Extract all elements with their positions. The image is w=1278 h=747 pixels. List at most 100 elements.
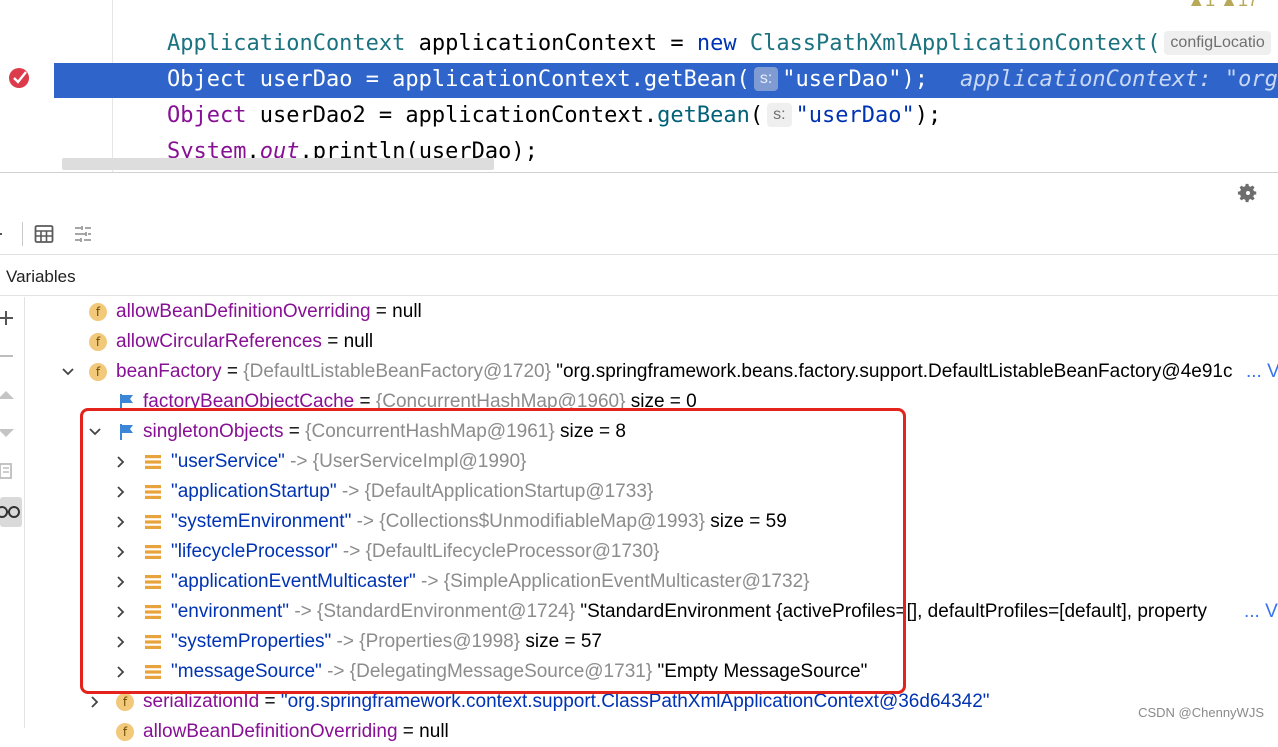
map-entry-icon: [145, 515, 161, 529]
chevron-right-icon[interactable]: [114, 575, 128, 589]
debugger-toolbar: [0, 214, 1278, 255]
string-token: "userDao": [782, 67, 902, 92]
object-ref: {ConcurrentHashMap@1961}: [305, 421, 555, 442]
inline-debug-value: applicationContext: "org.s: [959, 67, 1278, 92]
chevron-down-icon[interactable]: [61, 365, 75, 379]
chevron-right-icon[interactable]: [114, 515, 128, 529]
variable-name: singletonObjects: [143, 421, 284, 442]
variable-value: = null: [370, 301, 422, 322]
object-ref: {UserServiceImpl@1990}: [312, 451, 527, 472]
parameter-hint: configLocatio: [1164, 31, 1271, 55]
variable-value: = null: [397, 721, 449, 742]
object-ref: {DefaultLifecycleProcessor@1730}: [365, 541, 660, 562]
toolbar-separator: [22, 222, 23, 246]
variable-value: size = 8: [554, 421, 626, 442]
code-text: userDao = applicationContext.getBean(: [246, 67, 750, 92]
restore-layout-icon[interactable]: [73, 224, 93, 244]
map-key: "lifecycleProcessor": [171, 541, 338, 562]
variable-name: beanFactory: [116, 361, 222, 382]
map-entry-row[interactable]: "lifecycleProcessor" -> {DefaultLifecycl…: [0, 537, 1278, 567]
map-entry-icon: [145, 605, 161, 619]
inspection-warnings[interactable]: ▲1 ▲17: [1187, 0, 1258, 11]
map-entry-row[interactable]: "systemEnvironment" -> {Collections$Unmo…: [0, 507, 1278, 537]
map-entry-row[interactable]: "applicationStartup" -> {DefaultApplicat…: [0, 477, 1278, 507]
variable-row[interactable]: f allowBeanDefinitionOverriding = null: [0, 297, 1278, 327]
breakpoint-hit-icon[interactable]: [8, 67, 30, 89]
map-key: "applicationEventMulticaster": [171, 571, 416, 592]
chevron-right-icon[interactable]: [114, 665, 128, 679]
map-key: "userService": [171, 451, 285, 472]
variable-name: factoryBeanObjectCache: [143, 391, 355, 412]
variable-eq: =: [259, 691, 281, 712]
chevron-right-icon[interactable]: [114, 605, 128, 619]
method-token: getBean: [657, 103, 750, 128]
object-ref: {Properties@1998}: [359, 631, 521, 652]
horizontal-scrollbar[interactable]: [62, 158, 494, 170]
variable-row[interactable]: f allowBeanDefinitionOverriding = null: [0, 717, 1278, 747]
map-key: "messageSource": [171, 661, 322, 682]
map-entry-icon: [145, 635, 161, 649]
code-text: );: [901, 67, 928, 92]
object-ref: {Collections$UnmodifiableMap@1993}: [379, 511, 705, 532]
map-arrow: ->: [415, 571, 444, 592]
code-line-2[interactable]: Object userDao = applicationContext.getB…: [167, 63, 1278, 97]
object-ref: {SimpleApplicationEventMulticaster@1732}: [443, 571, 810, 592]
chevron-right-icon[interactable]: [114, 485, 128, 499]
watermark: CSDN @ChennyWJS: [1138, 705, 1264, 720]
class-token: ClassPathXmlApplicationContext(: [736, 31, 1161, 56]
variable-eq: =: [283, 421, 306, 442]
code-text: userDao2 = applicationContext.: [246, 103, 658, 128]
variable-value: "org.springframework.context.support.Cla…: [280, 691, 990, 712]
variable-row[interactable]: f allowCircularReferences = null: [0, 327, 1278, 357]
code-line-1[interactable]: ApplicationContext applicationContext = …: [167, 27, 1275, 61]
map-entry-row[interactable]: "systemProperties" -> {Properties@1998} …: [0, 627, 1278, 657]
variable-row[interactable]: singletonObjects = {ConcurrentHashMap@19…: [0, 417, 1278, 447]
field-icon: f: [89, 303, 107, 321]
variable-eq: =: [354, 391, 376, 412]
code-text: applicationContext =: [405, 31, 697, 56]
view-more-link[interactable]: ... V: [1244, 597, 1278, 627]
map-key: "environment": [171, 601, 290, 622]
variables-header: Variables: [0, 256, 1278, 296]
string-token: "userDao": [795, 103, 915, 128]
map-arrow: ->: [336, 481, 365, 502]
evaluate-expression-icon[interactable]: [34, 224, 54, 244]
map-entry-row[interactable]: "messageSource" -> {DelegatingMessageSou…: [0, 657, 1278, 687]
variable-name: allowCircularReferences: [116, 331, 322, 352]
panel-divider[interactable]: [0, 172, 1278, 173]
variable-row[interactable]: f beanFactory = {DefaultListableBeanFact…: [0, 357, 1278, 387]
object-ref: {ConcurrentHashMap@1960}: [375, 391, 626, 412]
chevron-right-icon[interactable]: [114, 635, 128, 649]
gear-icon[interactable]: [1237, 182, 1259, 204]
map-arrow: ->: [289, 601, 318, 622]
object-ref: {DefaultListableBeanFactory@1720}: [243, 361, 551, 382]
variable-value: size = 59: [704, 511, 787, 532]
chevron-right-icon[interactable]: [114, 455, 128, 469]
map-arrow: ->: [331, 631, 360, 652]
chevron-right-icon[interactable]: [114, 545, 128, 559]
code-text: (: [749, 103, 764, 128]
variable-row[interactable]: factoryBeanObjectCache = {ConcurrentHash…: [0, 387, 1278, 417]
map-entry-row[interactable]: "applicationEventMulticaster" -> {Simple…: [0, 567, 1278, 597]
type-token: Object: [167, 67, 247, 92]
code-editor[interactable]: ▲1 ▲17 ApplicationContext applicationCon…: [0, 0, 1278, 172]
variable-value: = null: [321, 331, 374, 352]
parameter-hint: s:: [753, 67, 779, 91]
map-key: "applicationStartup": [171, 481, 337, 502]
map-entry-row[interactable]: "userService" -> {UserServiceImpl@1990}: [0, 447, 1278, 477]
variable-value: "org.springframework.beans.factory.suppo…: [550, 361, 1233, 382]
frames-icon[interactable]: [0, 224, 14, 244]
code-line-3[interactable]: Object userDao2 = applicationContext.get…: [167, 99, 941, 133]
map-entry-row[interactable]: "environment" -> {StandardEnvironment@17…: [0, 597, 1278, 627]
map-arrow: ->: [337, 541, 366, 562]
chevron-right-icon[interactable]: [88, 695, 102, 709]
variable-value: size = 57: [520, 631, 602, 652]
map-arrow: ->: [284, 451, 313, 472]
chevron-down-icon[interactable]: [88, 425, 102, 439]
map-entry-icon: [145, 485, 161, 499]
variable-row[interactable]: f serializationId = "org.springframework…: [0, 687, 1278, 717]
map-entry-icon: [145, 665, 161, 679]
field-icon: f: [116, 693, 134, 711]
field-icon: f: [116, 723, 134, 741]
view-more-link[interactable]: ... V: [1246, 357, 1278, 387]
